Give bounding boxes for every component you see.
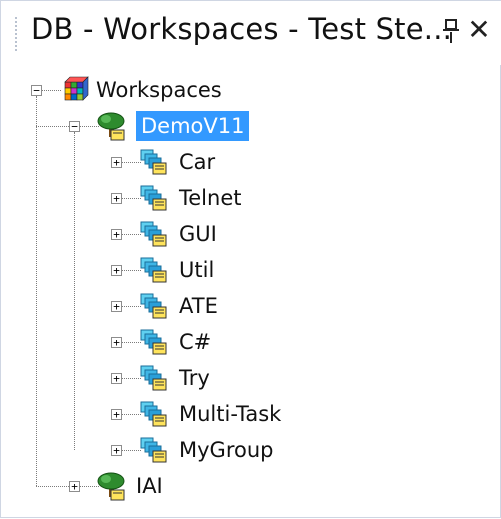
tree-item-workspace[interactable]: IAI	[136, 471, 163, 501]
group-icon	[140, 257, 167, 283]
expand-toggle[interactable]: +	[111, 265, 122, 276]
group-icon	[140, 329, 167, 355]
workspaces-cube-icon	[64, 76, 89, 101]
group-icon	[140, 437, 167, 463]
tree-item-group[interactable]: Util	[179, 255, 214, 285]
tree-connector-line	[36, 126, 69, 127]
group-icon	[140, 293, 167, 319]
tree-folder-icon	[97, 472, 125, 501]
tree-folder-icon	[97, 112, 125, 141]
group-icon	[140, 149, 167, 175]
tree-item-group[interactable]: Telnet	[179, 183, 241, 213]
collapse-toggle[interactable]: −	[69, 121, 80, 132]
group-icon	[140, 185, 167, 211]
tree-connector-line	[74, 132, 75, 450]
tree-connector-line	[36, 96, 37, 486]
expand-toggle[interactable]: +	[111, 409, 122, 420]
expand-toggle[interactable]: +	[69, 481, 80, 492]
expand-toggle[interactable]: +	[111, 301, 122, 312]
expand-toggle[interactable]: +	[111, 445, 122, 456]
tree-item-workspace[interactable]: DemoV11	[136, 111, 250, 141]
workspace-tree: − Workspaces − DemoV11 + Car + Telnet + GUI + Util +…	[1, 65, 501, 519]
panel-title: DB - Workspaces - Test Ste...	[31, 12, 453, 46]
tree-item-group[interactable]: Try	[179, 363, 210, 393]
pin-icon[interactable]	[441, 16, 461, 46]
expand-toggle[interactable]: +	[111, 157, 122, 168]
tree-item-group[interactable]: Car	[179, 147, 215, 177]
tree-item-group[interactable]: Multi-Task	[179, 399, 281, 429]
collapse-toggle[interactable]: −	[31, 85, 42, 96]
tree-item-group[interactable]: ATE	[179, 291, 218, 321]
group-icon	[140, 365, 167, 391]
group-icon	[140, 401, 167, 427]
tree-connector-line	[36, 486, 69, 487]
expand-toggle[interactable]: +	[111, 229, 122, 240]
expand-toggle[interactable]: +	[111, 337, 122, 348]
tree-item-group[interactable]: MyGroup	[179, 435, 273, 465]
tree-item-workspaces[interactable]: Workspaces	[96, 75, 222, 105]
tree-item-group[interactable]: GUI	[179, 219, 217, 249]
panel-titlebar[interactable]: DB - Workspaces - Test Ste... ✕	[1, 1, 501, 65]
tree-item-group[interactable]: C#	[179, 327, 211, 357]
close-icon[interactable]: ✕	[467, 13, 491, 47]
expand-toggle[interactable]: +	[111, 193, 122, 204]
expand-toggle[interactable]: +	[111, 373, 122, 384]
drag-grip[interactable]	[15, 17, 19, 51]
group-icon	[140, 221, 167, 247]
workspaces-panel: DB - Workspaces - Test Ste... ✕ − Workspa…	[0, 0, 501, 518]
